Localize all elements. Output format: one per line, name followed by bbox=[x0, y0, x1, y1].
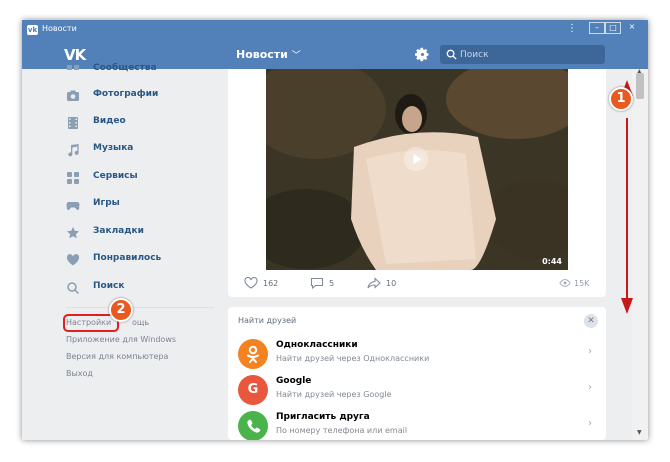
search-box[interactable] bbox=[440, 45, 605, 64]
heart-icon bbox=[244, 277, 258, 289]
chevron-down-icon: ﹀ bbox=[291, 51, 301, 61]
communities-icon bbox=[67, 65, 79, 70]
window-title: Новости bbox=[42, 24, 77, 33]
sidebar-item-label: Видео bbox=[93, 116, 126, 126]
windows-app-link[interactable]: Приложение для Windows bbox=[66, 335, 176, 344]
close-icon[interactable]: ✕ bbox=[584, 314, 598, 328]
sidebar-item-music[interactable]: Музыка bbox=[66, 140, 216, 160]
scroll-down-arrow-icon[interactable]: ▼ bbox=[637, 429, 642, 436]
eye-icon bbox=[559, 279, 571, 287]
gamepad-icon bbox=[66, 202, 80, 210]
list-item-google[interactable]: G Google Найти друзей через Google › bbox=[228, 373, 606, 407]
gear-icon[interactable] bbox=[415, 47, 430, 62]
sidebar-item-photos[interactable]: Фотографии bbox=[66, 86, 216, 106]
list-item-subtitle: Найти друзей через Google bbox=[276, 390, 392, 399]
desktop-version-link[interactable]: Версия для компьютера bbox=[66, 352, 168, 361]
vk-app-icon: vk bbox=[27, 25, 38, 35]
scrollbar-thumb[interactable] bbox=[636, 73, 644, 99]
app-window: vk Новости ⋮ – □ × VK Новости ﹀ Сообщест… bbox=[22, 20, 648, 440]
view-count: 15K bbox=[574, 279, 590, 288]
play-icon bbox=[413, 154, 422, 164]
section-title: Новости bbox=[236, 48, 288, 61]
video-duration: 0:44 bbox=[542, 257, 562, 266]
find-friends-title: Найти друзей bbox=[238, 316, 297, 325]
sidebar-item-video[interactable]: Видео bbox=[66, 113, 216, 133]
list-item-title: Пригласить друга bbox=[276, 412, 370, 422]
phone-icon bbox=[238, 411, 268, 440]
music-note-icon bbox=[68, 144, 79, 157]
maximize-button[interactable]: □ bbox=[605, 22, 621, 34]
sidebar-divider bbox=[66, 307, 214, 308]
sidebar-item-label: Фотографии bbox=[93, 89, 159, 99]
share-arrow-icon bbox=[367, 277, 381, 289]
logout-link[interactable]: Выход bbox=[66, 369, 93, 378]
help-link[interactable]: ощь bbox=[132, 318, 149, 327]
step-badge-2: 2 bbox=[109, 298, 133, 322]
list-item-odnoklassniki[interactable]: Одноклассники Найти друзей через Однокла… bbox=[228, 337, 606, 371]
comment-icon bbox=[310, 277, 324, 289]
list-item-title: Одноклассники bbox=[276, 340, 358, 350]
heart-icon bbox=[66, 254, 80, 266]
sidebar-item-services[interactable]: Сервисы bbox=[66, 168, 216, 188]
camera-icon bbox=[67, 90, 79, 101]
play-button[interactable] bbox=[404, 147, 428, 171]
search-input[interactable] bbox=[460, 47, 600, 62]
sidebar-item-search[interactable]: Поиск bbox=[66, 278, 216, 298]
search-icon bbox=[446, 49, 457, 60]
find-friends-card: Найти друзей ✕ Одноклассники Найти друзе… bbox=[228, 307, 606, 440]
news-post-card: 0:44 162 5 10 15K bbox=[228, 69, 606, 297]
like-count: 162 bbox=[263, 279, 279, 288]
search-icon bbox=[67, 282, 80, 295]
section-title-dropdown[interactable]: Новости ﹀ bbox=[236, 48, 301, 61]
list-item-invite-friend[interactable]: Пригласить друга По номеру телефона или … bbox=[228, 409, 606, 440]
sidebar-item-label: Музыка bbox=[93, 143, 134, 153]
sidebar-item-liked[interactable]: Понравилось bbox=[66, 250, 216, 270]
sidebar-item-games[interactable]: Игры bbox=[66, 195, 216, 215]
step-badge-1: 1 bbox=[609, 87, 633, 111]
share-count: 10 bbox=[386, 279, 397, 288]
close-button[interactable]: × bbox=[621, 22, 643, 34]
services-grid-icon bbox=[67, 172, 79, 184]
left-sidebar: Сообщества Фотографии Видео Музыка Серви… bbox=[22, 63, 222, 440]
film-icon bbox=[68, 117, 78, 129]
list-item-subtitle: Найти друзей через Одноклассники bbox=[276, 354, 430, 363]
sidebar-item-communities[interactable]: Сообщества bbox=[66, 60, 216, 80]
kebab-menu-icon[interactable]: ⋮ bbox=[567, 23, 577, 35]
star-icon bbox=[67, 227, 79, 239]
minimize-button[interactable]: – bbox=[589, 22, 605, 34]
list-item-subtitle: По номеру телефона или email bbox=[276, 426, 408, 435]
sidebar-item-bookmarks[interactable]: Закладки bbox=[66, 223, 216, 243]
chevron-right-icon: › bbox=[588, 418, 592, 429]
title-bar: vk Новости ⋮ – □ × bbox=[22, 20, 648, 40]
sidebar-item-label: Поиск bbox=[93, 281, 125, 291]
odnoklassniki-icon bbox=[238, 339, 268, 369]
video-player[interactable]: 0:44 bbox=[266, 69, 568, 270]
sidebar-item-label: Закладки bbox=[93, 226, 144, 236]
sidebar-item-label: Понравилось bbox=[93, 253, 162, 263]
google-icon: G bbox=[238, 375, 268, 405]
chevron-right-icon: › bbox=[588, 382, 592, 393]
chevron-right-icon: › bbox=[588, 346, 592, 357]
sidebar-item-label: Сообщества bbox=[93, 63, 157, 73]
vertical-scrollbar[interactable]: ▲ ▼ bbox=[632, 68, 648, 440]
sidebar-item-label: Игры bbox=[93, 198, 120, 208]
list-item-title: Google bbox=[276, 376, 312, 386]
sidebar-item-label: Сервисы bbox=[93, 171, 138, 181]
comment-count: 5 bbox=[329, 279, 335, 288]
